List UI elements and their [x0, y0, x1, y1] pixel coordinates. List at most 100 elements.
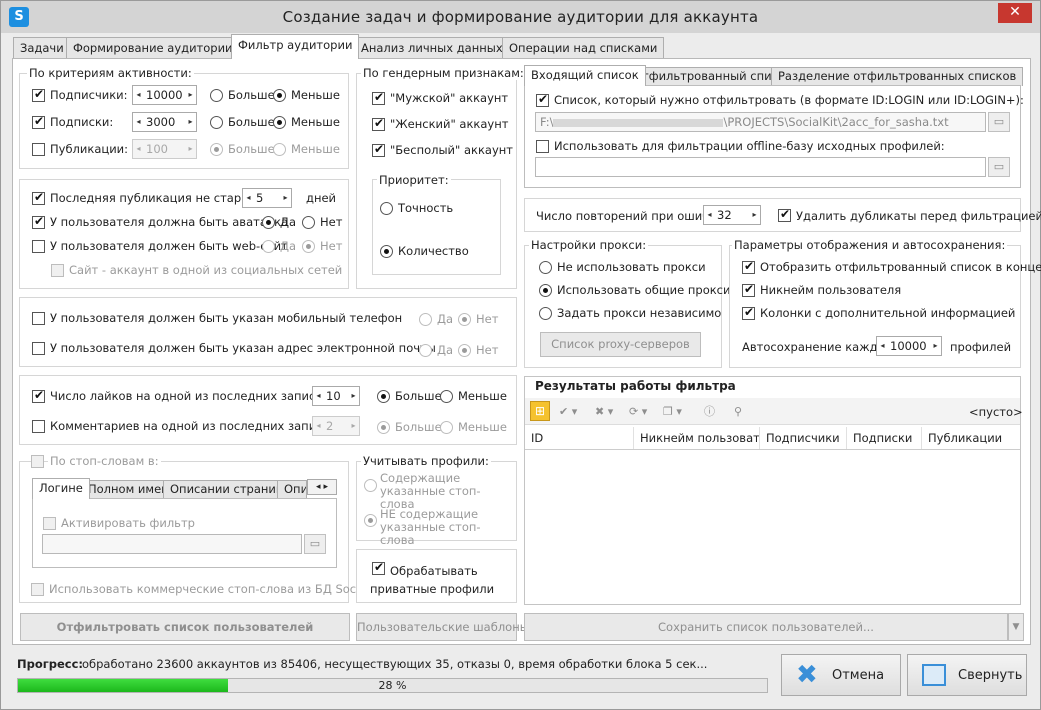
comments-less-radio[interactable] [440, 421, 453, 434]
nickname-checkbox[interactable] [742, 282, 755, 297]
phone-yes-radio[interactable] [419, 313, 432, 326]
increment-icon[interactable]: ▸ [749, 206, 760, 224]
stopwords-tab-more[interactable]: Опис [277, 480, 307, 499]
close-button[interactable]: ✕ [998, 3, 1032, 23]
retry-stepper[interactable]: ◂ 32 ▸ [703, 205, 761, 225]
last-post-checkbox[interactable] [32, 190, 45, 205]
stopwords-tab-login[interactable]: Логине [32, 478, 90, 499]
tab-tasks[interactable]: Задачи [13, 37, 71, 59]
increment-icon[interactable]: ▸ [348, 417, 359, 435]
proxy-custom-radio[interactable] [539, 307, 552, 320]
avatar-yes-radio[interactable] [262, 216, 275, 229]
stopwords-checkbox[interactable] [31, 455, 44, 468]
tab-list-operations[interactable]: Операции над списками [502, 37, 665, 59]
tree-icon[interactable]: ⊞ [530, 401, 550, 421]
list-path-input[interactable]: F:\ \PROJECTS\SocialKit\2acc_for_sasha.tx… [535, 112, 986, 132]
save-users-button[interactable]: Сохранить список пользователей... [524, 613, 1008, 641]
gender-male-checkbox[interactable] [372, 90, 385, 105]
results-list[interactable] [525, 451, 1020, 603]
email-no-radio[interactable] [458, 344, 471, 357]
show-filtered-checkbox[interactable] [742, 259, 755, 274]
followings-less-radio[interactable] [273, 116, 286, 129]
website-checkbox[interactable] [32, 240, 45, 253]
comments-stepper[interactable]: ◂ 2 ▸ [312, 416, 360, 436]
last-post-days-stepper[interactable]: ◂ 5 ▸ [242, 188, 292, 208]
stopwords-input[interactable] [42, 534, 302, 554]
gender-female-checkbox[interactable] [372, 116, 385, 131]
decrement-icon[interactable]: ◂ [313, 387, 324, 405]
delete-icon[interactable]: ✖ ▾ [595, 404, 613, 420]
increment-icon[interactable]: ▸ [185, 86, 196, 104]
decrement-icon[interactable]: ◂ [133, 113, 144, 131]
minimize-button[interactable]: Свернуть [907, 654, 1027, 696]
cancel-button[interactable]: ✖ Отмена [781, 654, 901, 696]
profiles-without-radio[interactable] [364, 514, 377, 527]
gender-none-checkbox[interactable] [372, 142, 385, 157]
user-templates-button[interactable]: Пользовательские шаблоны [356, 613, 529, 641]
publications-more-radio[interactable] [210, 143, 223, 156]
list-to-filter-checkbox[interactable] [536, 92, 549, 107]
comments-more-radio[interactable] [377, 421, 390, 434]
info-icon[interactable]: ⓘ [704, 404, 715, 420]
decrement-icon[interactable]: ◂ [313, 417, 324, 435]
priority-accuracy-radio[interactable] [380, 202, 393, 215]
website-no-radio[interactable] [302, 240, 315, 253]
publications-less-radio[interactable] [273, 143, 286, 156]
offline-base-checkbox[interactable] [536, 140, 549, 153]
followers-less-radio[interactable] [273, 89, 286, 102]
proxy-list-button[interactable]: Список proxy-серверов [540, 332, 701, 357]
column-followings[interactable]: Подписки [847, 427, 922, 449]
followings-more-radio[interactable] [210, 116, 223, 129]
increment-icon[interactable]: ▸ [185, 140, 196, 158]
tab-scroll-arrows[interactable]: ◂ ▸ [307, 479, 337, 495]
likes-more-radio[interactable] [377, 390, 390, 403]
avatar-checkbox[interactable] [32, 214, 45, 229]
email-checkbox[interactable] [32, 342, 45, 355]
folder-icon[interactable]: ▭ [988, 157, 1010, 177]
activate-filter-checkbox[interactable] [43, 517, 56, 530]
column-publications[interactable]: Публикации [922, 427, 1020, 449]
copy-icon[interactable]: ❐ ▾ [663, 404, 682, 420]
followings-stepper[interactable]: ◂ 3000 ▸ [132, 112, 197, 132]
profiles-with-radio[interactable] [364, 479, 377, 492]
publications-checkbox[interactable] [32, 143, 45, 156]
increment-icon[interactable]: ▸ [930, 337, 941, 355]
filter-users-button[interactable]: Отфильтровать список пользователей [20, 613, 350, 641]
chevron-right-icon[interactable]: ▸ [323, 482, 328, 492]
tab-audience-filter[interactable]: Фильтр аудитории [231, 34, 360, 59]
followers-stepper[interactable]: ◂ 10000 ▸ [132, 85, 197, 105]
followers-more-radio[interactable] [210, 89, 223, 102]
followings-checkbox[interactable] [32, 114, 45, 129]
extra-columns-checkbox[interactable] [742, 305, 755, 320]
search-icon[interactable]: ⚲ [734, 404, 742, 420]
decrement-icon[interactable]: ◂ [704, 206, 715, 224]
chevron-down-icon[interactable]: ▼ [1008, 613, 1024, 641]
email-yes-radio[interactable] [419, 344, 432, 357]
proxy-shared-radio[interactable] [539, 284, 552, 297]
increment-icon[interactable]: ▸ [185, 113, 196, 131]
commercial-stopwords-checkbox[interactable] [31, 583, 44, 596]
decrement-icon[interactable]: ◂ [133, 86, 144, 104]
increment-icon[interactable]: ▸ [348, 387, 359, 405]
increment-icon[interactable]: ▸ [280, 189, 291, 207]
decrement-icon[interactable]: ◂ [133, 140, 144, 158]
tab-split-lists[interactable]: Разделение отфильтрованных списков [771, 67, 1024, 86]
social-site-checkbox[interactable] [51, 264, 64, 277]
decrement-icon[interactable]: ◂ [243, 189, 254, 207]
column-followers[interactable]: Подписчики [760, 427, 847, 449]
folder-icon[interactable]: ▭ [304, 534, 326, 554]
dedupe-checkbox[interactable] [778, 207, 791, 222]
tab-personal-data[interactable]: Анализ личных данных [354, 37, 510, 59]
refresh-icon[interactable]: ⟳ ▾ [629, 404, 647, 420]
column-nickname[interactable]: Никнейм пользоват... [634, 427, 760, 449]
likes-less-radio[interactable] [440, 390, 453, 403]
decrement-icon[interactable]: ◂ [877, 337, 888, 355]
column-id[interactable]: ID [525, 427, 634, 449]
tab-audience-forming[interactable]: Формирование аудитории [66, 37, 240, 59]
avatar-no-radio[interactable] [302, 216, 315, 229]
phone-no-radio[interactable] [458, 313, 471, 326]
autosave-stepper[interactable]: ◂ 10000 ▸ [876, 336, 942, 356]
tab-incoming-list[interactable]: Входящий список [524, 65, 646, 86]
likes-stepper[interactable]: ◂ 10 ▸ [312, 386, 360, 406]
priority-quantity-radio[interactable] [380, 245, 393, 258]
